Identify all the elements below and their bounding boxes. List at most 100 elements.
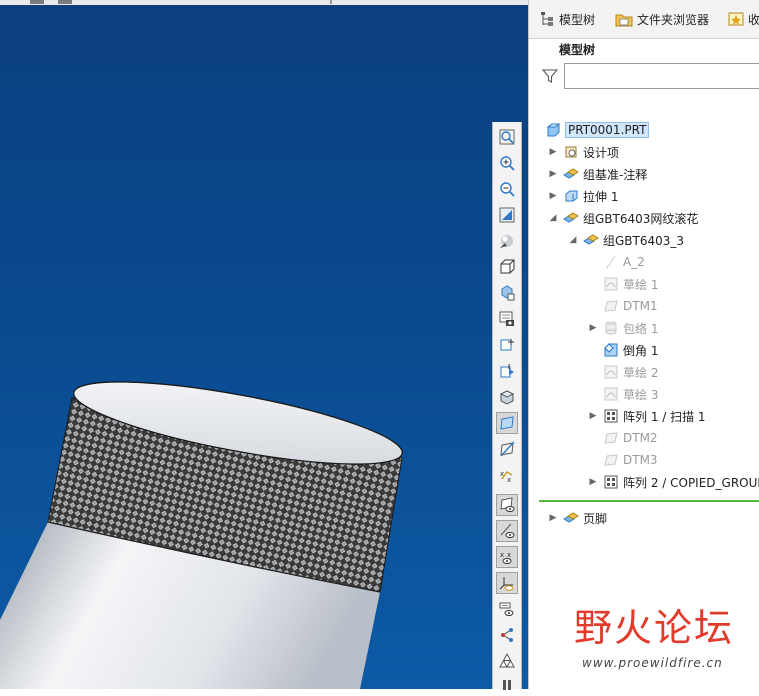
tree-item-chamfer-1[interactable]: 倒角 1 xyxy=(587,339,658,361)
tree-item-label: DTM3 xyxy=(623,453,658,467)
tree-item-pattern-1[interactable]: ▶ 阵列 1 / 扫描 1 xyxy=(587,405,706,427)
expand-arrow-icon[interactable]: ▶ xyxy=(547,513,559,523)
render-settings-icon[interactable] xyxy=(496,308,518,330)
tree-item-design-items[interactable]: ▶ 设计项 xyxy=(547,141,619,163)
tree-item-sketch-1[interactable]: 草绘 1 xyxy=(587,273,658,295)
svg-text:x: x xyxy=(507,551,511,559)
tree-item-label: 设计项 xyxy=(583,145,620,160)
expand-arrow-icon[interactable]: ▶ xyxy=(547,147,559,157)
axis-display-icon[interactable] xyxy=(496,438,518,460)
tree-item-label: A_2 xyxy=(623,255,645,269)
csys-display-icon[interactable] xyxy=(496,572,518,594)
tree-item-dtm2[interactable]: DTM2 xyxy=(587,427,658,449)
tree-item-label: 草绘 1 xyxy=(623,277,659,292)
section-view-icon[interactable] xyxy=(496,386,518,408)
svg-text:x: x xyxy=(507,476,511,483)
group-icon xyxy=(563,510,579,526)
navigator-tabs: 模型树 文件夹浏览器 收 xyxy=(529,0,759,39)
expand-arrow-icon[interactable]: ▶ xyxy=(547,191,559,201)
saved-orientations-icon[interactable] xyxy=(496,256,518,278)
tree-item-label: 组GBT6403网纹滚花 xyxy=(583,211,699,226)
collapse-arrow-icon[interactable]: ◢ xyxy=(567,235,579,245)
tree-item-subgroup[interactable]: ◢ 组GBT6403_3 xyxy=(567,229,685,251)
view-toolbar: xx xx xyxy=(492,122,522,690)
zoom-out-icon[interactable] xyxy=(496,178,518,200)
tree-item-label: 阵列 2 / COPIED_GROUP xyxy=(623,475,759,490)
axis-tag-icon[interactable] xyxy=(496,520,518,542)
graphics-viewport[interactable] xyxy=(0,0,528,689)
tree-item-dtm3[interactable]: DTM3 xyxy=(587,449,658,471)
axis-icon xyxy=(603,254,619,270)
insert-here-marker[interactable] xyxy=(539,500,759,502)
tab-favorites[interactable]: 收 xyxy=(728,8,759,30)
tree-root[interactable]: PRT0001.PRT xyxy=(541,119,650,141)
tree-item-label: 倒角 1 xyxy=(623,343,659,358)
tree-item-label: 草绘 3 xyxy=(623,387,659,402)
perspective-icon[interactable] xyxy=(496,360,518,382)
tree-item-wrap-1[interactable]: ▶ 包络 1 xyxy=(587,317,658,339)
pattern-icon xyxy=(603,408,619,424)
sketch-icon xyxy=(603,386,619,402)
tree-item-label: 组基准-注释 xyxy=(583,167,648,182)
tree-item-knurl-group[interactable]: ◢ 组GBT6403网纹滚花 xyxy=(547,207,699,229)
view-manager-icon[interactable] xyxy=(496,282,518,304)
group-icon xyxy=(563,210,579,226)
tree-item-label: 拉伸 1 xyxy=(583,189,619,204)
refit-icon[interactable] xyxy=(496,126,518,148)
chamfer-icon xyxy=(603,342,619,358)
expand-arrow-icon[interactable]: ▶ xyxy=(587,323,599,333)
favorites-icon xyxy=(728,12,744,26)
tree-item-sketch-2[interactable]: 草绘 2 xyxy=(587,361,658,383)
sketch-icon xyxy=(603,276,619,292)
expand-arrow-icon[interactable]: ▶ xyxy=(587,477,599,487)
more-icon[interactable] xyxy=(496,674,518,696)
datum-plane-icon xyxy=(603,430,619,446)
model-tree-tab-icon xyxy=(541,12,553,26)
tree-item-label: DTM2 xyxy=(623,431,658,445)
spin-center-icon[interactable] xyxy=(496,334,518,356)
plane-tag-icon[interactable] xyxy=(496,494,518,516)
tab-favorites-label: 收 xyxy=(748,12,759,27)
tab-folder-browser[interactable]: 文件夹浏览器 xyxy=(615,8,709,30)
tree-filter-input[interactable] xyxy=(564,63,759,89)
navigator-panel: 模型树 文件夹浏览器 收 模型树 PRT0001.PRT ▶ 设计项 ▶ 组基准… xyxy=(528,0,759,689)
repaint-icon[interactable] xyxy=(496,204,518,226)
tree-item-dtm1[interactable]: DTM1 xyxy=(587,295,658,317)
datum-plane-icon xyxy=(603,452,619,468)
part-icon xyxy=(545,122,561,138)
expand-arrow-icon[interactable]: ▶ xyxy=(547,169,559,179)
svg-text:x: x xyxy=(500,551,504,559)
tree-item-label: DTM1 xyxy=(623,299,658,313)
collapse-arrow-icon[interactable]: ◢ xyxy=(547,213,559,223)
zoom-in-icon[interactable] xyxy=(496,152,518,174)
panel-title: 模型树 xyxy=(559,43,596,57)
mesh-icon[interactable] xyxy=(496,650,518,672)
extrude-icon xyxy=(563,188,579,204)
knurled-cylinder-model[interactable] xyxy=(0,0,528,689)
tab-model-tree[interactable]: 模型树 xyxy=(539,8,595,30)
point-tag-icon[interactable]: xx xyxy=(496,546,518,568)
tree-item-axis-a2[interactable]: A_2 xyxy=(587,251,645,273)
wrap-icon xyxy=(603,320,619,336)
plane-display-icon[interactable] xyxy=(496,412,518,434)
tree-item-extrude-1[interactable]: ▶ 拉伸 1 xyxy=(547,185,619,207)
group-icon xyxy=(583,232,599,248)
expand-arrow-icon[interactable]: ▶ xyxy=(587,411,599,421)
pattern-icon xyxy=(603,474,619,490)
display-style-icon[interactable] xyxy=(496,230,518,252)
tree-item-label: 草绘 2 xyxy=(623,365,659,380)
filter-icon[interactable] xyxy=(542,68,558,84)
spin-icon[interactable] xyxy=(496,624,518,646)
watermark-title: 野火论坛 xyxy=(574,606,735,650)
annotation-display-icon[interactable] xyxy=(496,598,518,620)
tree-item-sketch-3[interactable]: 草绘 3 xyxy=(587,383,658,405)
tree-item-footer[interactable]: ▶ 页脚 xyxy=(547,507,607,529)
sketch-icon xyxy=(603,364,619,380)
tree-item-datum-group[interactable]: ▶ 组基准-注释 xyxy=(547,163,648,185)
tree-item-label: 阵列 1 / 扫描 1 xyxy=(623,409,706,424)
tree-item-pattern-2[interactable]: ▶ 阵列 2 / COPIED_GROUP xyxy=(587,471,759,493)
datum-plane-icon xyxy=(603,298,619,314)
point-display-icon[interactable]: xx xyxy=(496,464,518,486)
tab-folder-browser-label: 文件夹浏览器 xyxy=(637,12,710,27)
folder-browser-icon xyxy=(615,14,633,27)
